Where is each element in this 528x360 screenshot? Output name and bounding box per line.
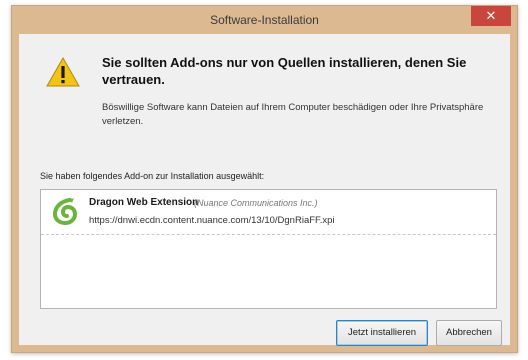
addon-url: https://dnwi.ecdn.content.nuance.com/13/…: [89, 215, 335, 226]
cancel-button[interactable]: Abbrechen: [436, 320, 502, 346]
addon-intro-label: Sie haben folgendes Add-on zur Installat…: [40, 171, 265, 181]
list-item[interactable]: Dragon Web Extension (Nuance Communicati…: [41, 190, 496, 235]
software-installation-dialog: Software-Installation ✕ Sie sollten Add-…: [11, 5, 518, 353]
warning-icon: [46, 57, 80, 87]
warning-heading: Sie sollten Add-ons nur von Quellen inst…: [102, 55, 467, 87]
close-button[interactable]: ✕: [471, 6, 511, 26]
window-title: Software-Installation: [210, 13, 319, 27]
warning-description: Böswillige Software kann Dateien auf Ihr…: [102, 102, 484, 127]
title-bar[interactable]: Software-Installation ✕: [12, 6, 517, 34]
close-icon: ✕: [485, 8, 497, 23]
addon-list[interactable]: Dragon Web Extension (Nuance Communicati…: [40, 189, 497, 309]
dialog-body: Sie sollten Add-ons nur von Quellen inst…: [19, 34, 510, 346]
dragon-logo-icon: [52, 198, 78, 226]
addon-name: Dragon Web Extension: [89, 197, 199, 208]
install-now-button[interactable]: Jetzt installieren: [336, 320, 428, 346]
addon-vendor: (Nuance Communications Inc.): [194, 198, 318, 208]
